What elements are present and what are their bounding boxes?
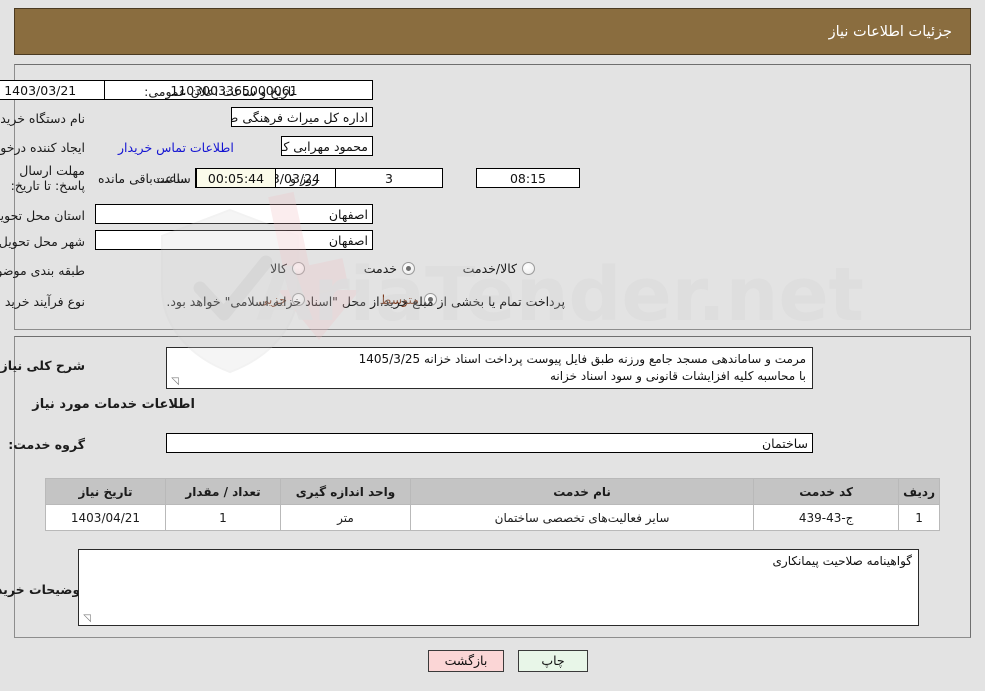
buyer-notes-value: گواهینامه صلاحیت پیمانکاری bbox=[772, 554, 913, 568]
resize-grip-icon[interactable]: ◹ bbox=[169, 377, 179, 387]
table-row: 1 ج-43-439 سایر فعالیت‌های تخصصی ساختمان… bbox=[45, 504, 940, 531]
creator-label: ایجاد کننده درخواست: bbox=[0, 140, 85, 155]
services-heading: اطلاعات خدمات مورد نیاز bbox=[32, 397, 195, 412]
buyer-org-label: نام دستگاه خریدار: bbox=[0, 111, 85, 126]
back-button[interactable]: بازگشت bbox=[428, 650, 504, 672]
radio-label: خدمت bbox=[363, 261, 397, 276]
process-label: نوع فرآیند خرید : bbox=[0, 294, 85, 309]
days-remaining-value: 3 bbox=[335, 168, 443, 188]
radio-category-kala[interactable]: کالا bbox=[270, 261, 305, 276]
creator-value: محمود مهرابی کوشکی سرپرست کارپردازی ادار… bbox=[281, 136, 373, 156]
city-value: اصفهان bbox=[95, 230, 373, 250]
category-label: طبقه بندی موضوعی: bbox=[0, 263, 85, 278]
buyer-contact-link[interactable]: اطلاعات تماس خریدار bbox=[118, 140, 234, 155]
col-code: کد خدمت bbox=[753, 478, 900, 505]
summary-line-1: مرمت و ساماندهی مسجد جامع ورزنه طبق فایل… bbox=[358, 352, 806, 366]
print-button[interactable]: چاپ bbox=[518, 650, 588, 672]
deadline-label: مهلت ارسال پاسخ: تا تاریخ: bbox=[10, 163, 85, 193]
days-remaining-label: روز و bbox=[290, 171, 319, 186]
countdown-timer: 00:05:44 bbox=[196, 168, 276, 188]
radio-category-kala-khedmat[interactable]: کالا/خدمت bbox=[463, 261, 535, 276]
page-header: جزئیات اطلاعات نیاز bbox=[14, 8, 971, 55]
province-label: استان محل تحویل: bbox=[0, 208, 85, 223]
cell-qty: 1 bbox=[165, 504, 281, 531]
col-unit: واحد اندازه گیری bbox=[280, 478, 411, 505]
cell-date: 1403/04/21 bbox=[45, 504, 166, 531]
cell-name: سایر فعالیت‌های تخصصی ساختمان bbox=[409, 504, 755, 531]
radio-label: کالا bbox=[270, 261, 287, 276]
radio-indicator[interactable] bbox=[292, 262, 305, 275]
countdown-label: ساعت باقی مانده bbox=[98, 171, 191, 186]
col-name: نام خدمت bbox=[409, 478, 755, 505]
radio-indicator[interactable] bbox=[522, 262, 535, 275]
buyer-org-value: اداره کل میراث فرهنگی صنایع دستی و گردشگ… bbox=[231, 107, 373, 127]
summary-label: شرح کلی نیاز: bbox=[0, 358, 85, 373]
radio-indicator[interactable] bbox=[402, 262, 415, 275]
service-group-value: ساختمان bbox=[166, 433, 813, 453]
col-qty: تعداد / مقدار bbox=[165, 478, 281, 505]
radio-label: کالا/خدمت bbox=[462, 261, 517, 276]
summary-textarea[interactable]: مرمت و ساماندهی مسجد جامع ورزنه طبق فایل… bbox=[166, 347, 813, 389]
radio-category-khedmat[interactable]: خدمت bbox=[364, 261, 415, 276]
services-table: ردیف کد خدمت نام خدمت واحد اندازه گیری ت… bbox=[45, 478, 940, 531]
deadline-time: 08:15 bbox=[476, 168, 580, 188]
col-row: ردیف bbox=[898, 478, 940, 505]
table-header-row: ردیف کد خدمت نام خدمت واحد اندازه گیری ت… bbox=[45, 478, 940, 505]
cell-code: ج-43-439 bbox=[753, 504, 900, 531]
buyer-notes-textarea[interactable]: گواهینامه صلاحیت پیمانکاری ◹ bbox=[78, 549, 919, 626]
summary-line-2: با محاسبه کلیه افزایشات قانونی و سود اسن… bbox=[549, 369, 806, 383]
resize-grip-icon[interactable]: ◹ bbox=[81, 614, 91, 624]
province-value: اصفهان bbox=[95, 204, 373, 224]
col-date: تاریخ نیاز bbox=[45, 478, 166, 505]
announce-value: 1403/03/21 - 07:56 bbox=[0, 80, 105, 100]
service-group-label: گروه خدمت: bbox=[8, 437, 85, 452]
cell-unit: متر bbox=[280, 504, 411, 531]
announce-label: تاریخ و ساعت اعلان عمومی: bbox=[144, 84, 295, 99]
need-info-panel bbox=[14, 64, 971, 330]
cell-row: 1 bbox=[898, 504, 940, 531]
city-label: شهر محل تحویل: bbox=[0, 234, 85, 249]
buyer-notes-label: توضیحات خریدار: bbox=[0, 582, 85, 597]
page-title: جزئیات اطلاعات نیاز bbox=[828, 23, 952, 40]
payment-note: پرداخت تمام یا بخشی از مبلغ خرید،از محل … bbox=[166, 294, 565, 309]
